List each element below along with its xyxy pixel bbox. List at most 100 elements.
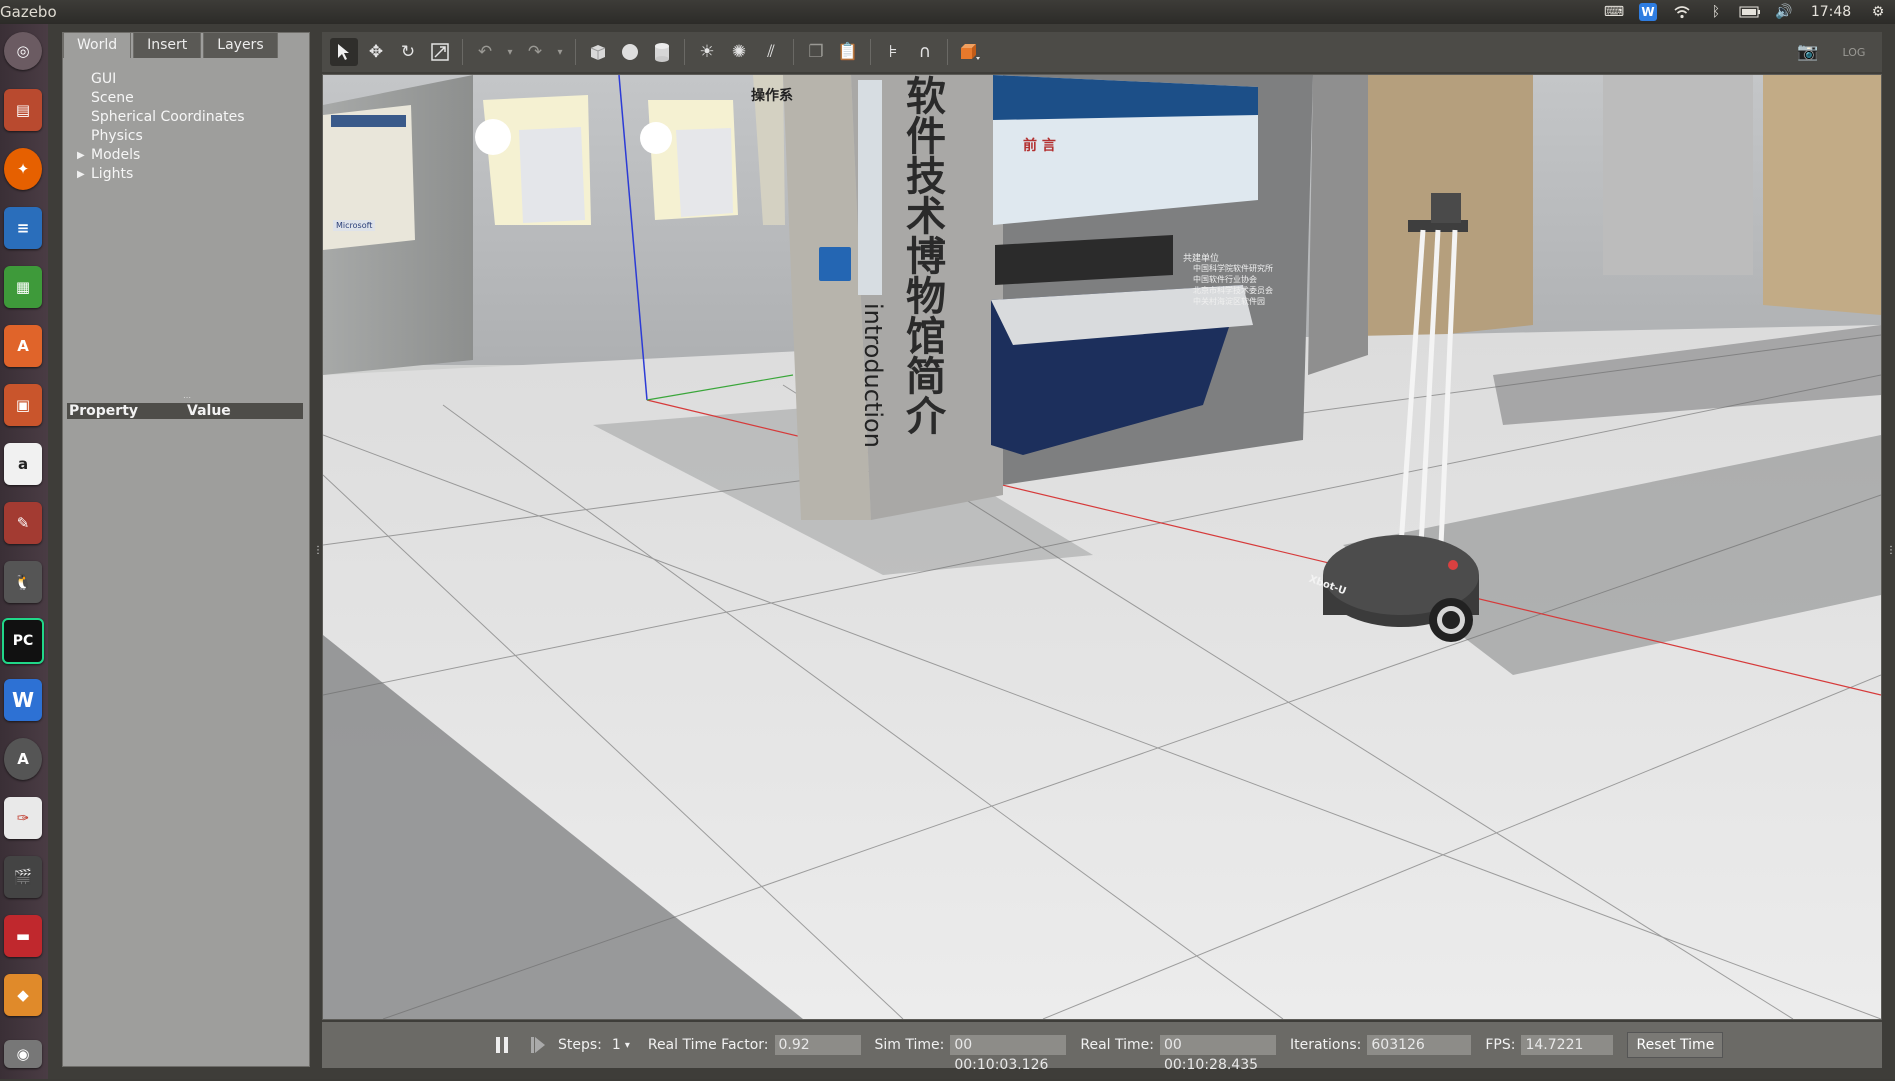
redo-icon[interactable]: ↷ <box>521 38 549 66</box>
world-tree: GUI Scene Spherical Coordinates Physics … <box>63 70 309 184</box>
value-column-header: Value <box>187 403 231 419</box>
rotate-icon[interactable]: ↻ <box>394 38 422 66</box>
property-column-header: Property <box>69 403 139 419</box>
undo-dropdown-icon[interactable]: ▾ <box>503 38 517 66</box>
tree-item-models[interactable]: ▶ Models <box>63 146 309 165</box>
translate-icon[interactable]: ✥ <box>362 38 390 66</box>
reset-time-button[interactable]: Reset Time <box>1627 1032 1724 1058</box>
toolbar-separator <box>793 39 794 65</box>
tux-icon[interactable]: 🐧 <box>2 555 44 609</box>
software-updater-icon[interactable]: A <box>2 732 44 786</box>
scale-icon[interactable] <box>426 38 454 66</box>
sim-time-label: Sim Time: <box>874 1037 945 1053</box>
impress-icon[interactable]: ▣ <box>2 378 44 432</box>
video-editor-icon[interactable]: 🎬 <box>2 850 44 904</box>
wps-icon[interactable]: W <box>1631 0 1665 24</box>
battery-icon[interactable] <box>1733 0 1767 24</box>
partner-item: 中关村海淀区软件园 <box>1193 297 1265 306</box>
spot-light-icon[interactable]: ✺ <box>725 38 753 66</box>
snap-icon[interactable]: ∩ <box>911 38 939 66</box>
scene-viewport[interactable]: 软件技术博物馆简介 introduction 前 言 共建单位 中国科学院软件研… <box>322 74 1882 1020</box>
select-arrow-icon[interactable] <box>330 38 358 66</box>
panel-heading: 前 言 <box>1023 138 1056 154</box>
museum-title: 软件技术博物馆简介 <box>899 75 945 435</box>
document-viewer-icon[interactable]: ✑ <box>2 791 44 845</box>
toolbar-separator <box>870 39 871 65</box>
system-settings-icon[interactable]: ✎ <box>2 496 44 550</box>
tab-world[interactable]: World <box>63 32 132 58</box>
box-icon[interactable] <box>584 38 612 66</box>
paste-icon[interactable]: 📋 <box>834 38 862 66</box>
right-panel-collapse-handle[interactable]: ⋮ <box>1886 545 1895 556</box>
wifi-icon[interactable] <box>1665 0 1699 24</box>
log-icon[interactable]: LOG <box>1840 38 1868 66</box>
view-angle-icon[interactable] <box>956 38 984 66</box>
firefox-icon[interactable]: ✦ <box>2 142 44 196</box>
copy-icon[interactable]: ❐ <box>802 38 830 66</box>
museum-subtitle: introduction <box>859 303 887 448</box>
wps-writer-icon[interactable]: W <box>2 673 44 727</box>
blender-like-icon[interactable]: ◆ <box>2 968 44 1022</box>
sphere-icon[interactable] <box>616 38 644 66</box>
undo-icon[interactable]: ↶ <box>471 38 499 66</box>
volume-icon[interactable]: 🔊 <box>1767 0 1801 24</box>
tab-layers[interactable]: Layers <box>203 32 278 58</box>
tree-item-label: Models <box>91 147 141 163</box>
pause-icon[interactable] <box>488 1031 516 1059</box>
toolbar-separator <box>684 39 685 65</box>
steps-label: Steps: <box>558 1037 602 1053</box>
ubuntu-dash-icon[interactable]: ◎ <box>2 24 44 78</box>
bluetooth-icon[interactable]: ᛒ <box>1699 0 1733 24</box>
app-title: Gazebo <box>0 3 57 21</box>
rtf-label: Real Time Factor: <box>647 1037 769 1053</box>
cylinder-icon[interactable] <box>648 38 676 66</box>
keyboard-icon[interactable]: ⌨ <box>1597 0 1631 24</box>
expand-arrow-icon[interactable]: ▶ <box>77 146 85 165</box>
align-icon[interactable]: ⊧ <box>879 38 907 66</box>
scene-toolbar: ✥ ↻ ↶ ▾ ↷ ▾ ☀ ✺ ⫽ ❐ 📋 ⊧ ∩ 📷 LOG <box>322 32 1882 72</box>
red-app-icon[interactable]: ▬ <box>2 909 44 963</box>
poster-logo: Microsoft <box>333 220 376 231</box>
steps-value[interactable]: 1 <box>612 1037 621 1053</box>
toolbar-separator <box>575 39 576 65</box>
redo-dropdown-icon[interactable]: ▾ <box>553 38 567 66</box>
pycharm-icon[interactable]: PC <box>2 614 44 668</box>
real-time-value: 00 00:10:28.435 <box>1159 1035 1276 1073</box>
toolbar-separator <box>947 39 948 65</box>
tree-item-scene[interactable]: Scene <box>63 89 309 108</box>
tree-item-lights[interactable]: ▶ Lights <box>63 165 309 184</box>
clock[interactable]: 17:48 <box>1801 0 1861 24</box>
partner-item: 北京市科学技术委员会 <box>1193 286 1273 295</box>
directional-light-icon[interactable]: ⫽ <box>757 38 785 66</box>
toolbar-separator <box>462 39 463 65</box>
iterations-value: 603126 <box>1367 1035 1472 1055</box>
writer-icon[interactable]: ≡ <box>2 201 44 255</box>
tree-item-spherical-coordinates[interactable]: Spherical Coordinates <box>63 108 309 127</box>
scene-render <box>323 75 1881 1019</box>
tree-item-label: Lights <box>91 166 134 182</box>
calc-icon[interactable]: ▦ <box>2 260 44 314</box>
tree-item-label: Spherical Coordinates <box>91 109 245 125</box>
tree-item-physics[interactable]: Physics <box>63 127 309 146</box>
fps-value: 14.7221 <box>1521 1035 1614 1055</box>
sim-time-value: 00 00:10:03.126 <box>950 1035 1067 1073</box>
tree-item-label: Physics <box>91 128 143 144</box>
files-icon[interactable]: ▤ <box>2 83 44 137</box>
left-panel-collapse-handle[interactable]: ⋮ <box>313 545 323 556</box>
splitter-handle[interactable]: ⋯ <box>183 393 191 402</box>
screenshot-icon[interactable]: 📷 <box>1794 38 1822 66</box>
tree-item-gui[interactable]: GUI <box>63 70 309 89</box>
camera-icon[interactable]: ◉ <box>2 1027 44 1081</box>
point-light-icon[interactable]: ☀ <box>693 38 721 66</box>
settings-gear-icon[interactable]: ⚙ <box>1861 0 1895 24</box>
property-table-header: Property Value <box>67 403 303 419</box>
steps-dropdown-icon[interactable]: ▾ <box>625 1040 630 1051</box>
amazon-icon[interactable]: a <box>2 437 44 491</box>
step-icon[interactable] <box>524 1031 552 1059</box>
tab-insert[interactable]: Insert <box>133 32 202 58</box>
software-center-icon[interactable]: A <box>2 319 44 373</box>
world-panel: World Insert Layers GUI Scene Spherical … <box>62 32 310 1067</box>
expand-arrow-icon[interactable]: ▶ <box>77 165 85 184</box>
rtf-value: 0.92 <box>774 1035 861 1055</box>
tree-item-label: GUI <box>91 71 117 87</box>
